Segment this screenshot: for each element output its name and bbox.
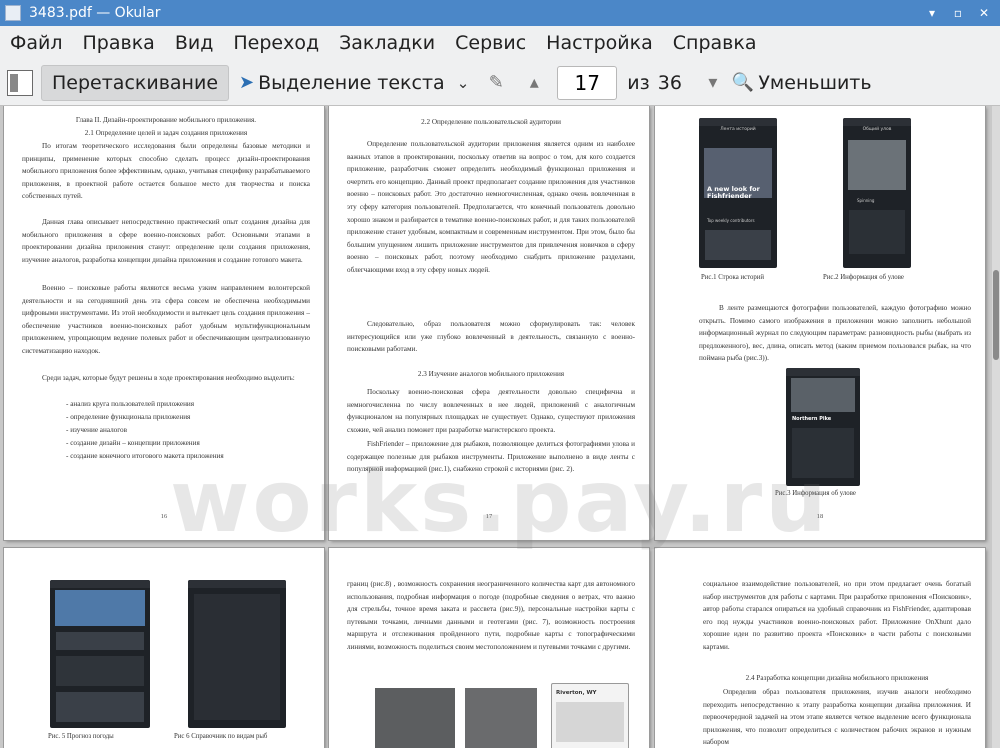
page16-heading1: Глава II. Дизайн-проектирование мобильно… <box>75 116 257 124</box>
cursor-arrow-icon: ➤ <box>239 72 255 93</box>
title-bar: 3483.pdf — Okular ▾ ▫ ✕ <box>0 0 1000 26</box>
weather-chart-area <box>55 590 145 626</box>
weather-graph <box>56 656 144 686</box>
pdf-page-21: социальное взаимодействие пользователей,… <box>655 548 985 748</box>
page16-list-item: - анализ круга пользователей приложения <box>66 400 195 408</box>
map-location-label: Riverton, WY <box>556 690 597 696</box>
page17-para1: Определение пользовательской аудитории п… <box>347 140 635 274</box>
browse-tool-button[interactable]: Перетаскивание <box>41 64 230 101</box>
page18-caption2: Рис.2 Информация об улове <box>823 274 904 281</box>
page17-number: 17 <box>485 513 493 520</box>
page17-para2: Следовательно, образ пользователя можно … <box>347 320 635 354</box>
menu-settings[interactable]: Настройка <box>536 32 663 54</box>
pdf-page-17: 2.2 Определение пользовательской аудитор… <box>329 106 649 540</box>
document-viewport[interactable]: Глава II. Дизайн-проектирование мобильно… <box>0 106 1000 748</box>
phone-screenshot-fish-info: Northern Pike <box>786 368 860 486</box>
phone3-title: Northern Pike <box>792 416 832 422</box>
phone2-photo <box>848 140 906 190</box>
total-pages: 36 <box>657 71 682 94</box>
page21-para1: социальное взаимодействие пользователей,… <box>703 580 971 651</box>
phone1-title: A new look for Fishfriender <box>707 185 760 200</box>
page-of-label: из <box>627 71 650 94</box>
zoom-out-label: Уменьшить <box>758 71 872 94</box>
page19-caption2: Рис 6 Справочник по видам рыб <box>174 733 268 740</box>
menu-edit[interactable]: Правка <box>73 32 165 54</box>
menu-file[interactable]: Файл <box>0 32 73 54</box>
pdf-page-16: Глава II. Дизайн-проектирование мобильно… <box>4 106 324 540</box>
page18-caption3: Рис.3 Информация об улове <box>775 490 856 497</box>
menu-view[interactable]: Вид <box>165 32 224 54</box>
page19-caption1: Рис. 5 Прогноз погоды <box>48 733 114 740</box>
phone3-detail-block <box>792 428 854 478</box>
phone3-photo <box>791 378 855 412</box>
page16-list-item: - создание дизайн – концепции приложения <box>66 439 200 447</box>
annotate-pen-icon[interactable]: ✎ <box>485 72 507 94</box>
pdf-page-19: Рис. 5 Прогноз погоды Рис 6 Справочник п… <box>4 548 324 748</box>
page20-para1: границ (рис.8) , возможность сохранения … <box>347 580 635 651</box>
window-title: 3483.pdf — Okular <box>29 5 161 21</box>
page16-list-item: - изучение аналогов <box>66 426 128 434</box>
restore-icon[interactable]: ▫ <box>948 3 968 23</box>
main-toolbar: Перетаскивание ➤ Выделение текста ⌄ ✎ ▴ … <box>0 60 1000 106</box>
page21-para2: Определив образ пользователя приложения,… <box>703 688 971 747</box>
page16-para3: Военно – поисковые работы являются весьм… <box>22 284 310 355</box>
page16-list-item: - создание конечного итогового макета пр… <box>66 452 224 460</box>
vertical-scrollbar[interactable] <box>992 106 1000 748</box>
text-select-label: Выделение текста <box>258 71 445 94</box>
chevron-down-icon[interactable]: ⌄ <box>457 74 470 92</box>
pdf-page-20: границ (рис.8) , возможность сохранения … <box>329 548 649 748</box>
phone1-header: Лента историй <box>720 127 756 132</box>
page16-para1: По итогам теоретического исследования бы… <box>22 142 310 201</box>
weather-list <box>56 692 144 722</box>
phone2-header: Общий улов <box>862 127 892 132</box>
page17-para4: FishFriender – приложение для рыбаков, п… <box>347 440 635 474</box>
menu-bookmarks[interactable]: Закладки <box>329 32 445 54</box>
page17-para3: Поскольку военно-поисковая сфера деятель… <box>347 388 635 434</box>
page18-caption1: Рис.1 Строка историй <box>701 274 765 281</box>
map-photo-2 <box>465 688 537 748</box>
browse-tool-label: Перетаскивание <box>52 71 219 94</box>
phone-screenshot-stories: Лента историй A new look for Fishfriende… <box>699 118 777 268</box>
text-select-tool-button[interactable]: ➤ Выделение текста <box>235 65 449 101</box>
page21-heading1: 2.4 Разработка концепции дизайна мобильн… <box>745 674 929 682</box>
page16-para2: Данная глава описывает непосредственно п… <box>22 218 310 264</box>
phone2-item: Spinning <box>857 198 875 203</box>
phone-screenshot-fish-guide <box>188 580 286 728</box>
close-icon[interactable]: ✕ <box>974 3 994 23</box>
sidebar-toggle-icon[interactable] <box>7 69 33 96</box>
menu-help[interactable]: Справка <box>663 32 767 54</box>
phone-screenshot-weather <box>50 580 150 728</box>
page16-list-item: - определение функционала приложения <box>66 413 191 421</box>
page17-heading1: 2.2 Определение пользовательской аудитор… <box>421 118 561 126</box>
phone-screenshot-map: Riverton, WY <box>551 683 629 748</box>
scrollbar-thumb[interactable] <box>993 270 999 360</box>
fish-guide-list <box>194 594 280 720</box>
menu-tools[interactable]: Сервис <box>445 32 536 54</box>
page16-number: 16 <box>160 513 168 520</box>
next-page-icon[interactable]: ▾ <box>702 72 724 94</box>
page17-heading2: 2.3 Изучение аналогов мобильного приложе… <box>417 370 565 378</box>
phone-screenshot-catch-info: Общий улов Spinning <box>843 118 911 268</box>
menu-go[interactable]: Переход <box>223 32 329 54</box>
phone1-feed-block <box>705 230 771 260</box>
weather-row <box>56 632 144 650</box>
page16-para4: Среди задач, которые будут решены в ходе… <box>42 374 295 382</box>
page16-heading2: 2.1 Определение целей и задач создания п… <box>84 129 248 137</box>
map-photo-1 <box>375 688 455 748</box>
phone1-sub: Top weekly contributors <box>707 218 755 223</box>
okular-app-icon <box>5 5 21 21</box>
page-number-input[interactable] <box>557 65 618 100</box>
page18-para1: В ленте размещаются фотографии пользоват… <box>699 304 971 363</box>
previous-page-icon[interactable]: ▴ <box>523 72 545 94</box>
page18-number: 18 <box>816 513 824 520</box>
map-detail-block <box>556 702 624 742</box>
menu-bar: Файл Правка Вид Переход Закладки Сервис … <box>0 26 1000 60</box>
minimize-icon[interactable]: ▾ <box>922 3 942 23</box>
zoom-out-button[interactable]: 🔍 Уменьшить <box>732 65 872 101</box>
zoom-out-icon: 🔍 <box>731 72 755 93</box>
phone2-list-block <box>849 210 905 254</box>
pdf-page-18: Лента историй A new look for Fishfriende… <box>655 106 985 540</box>
